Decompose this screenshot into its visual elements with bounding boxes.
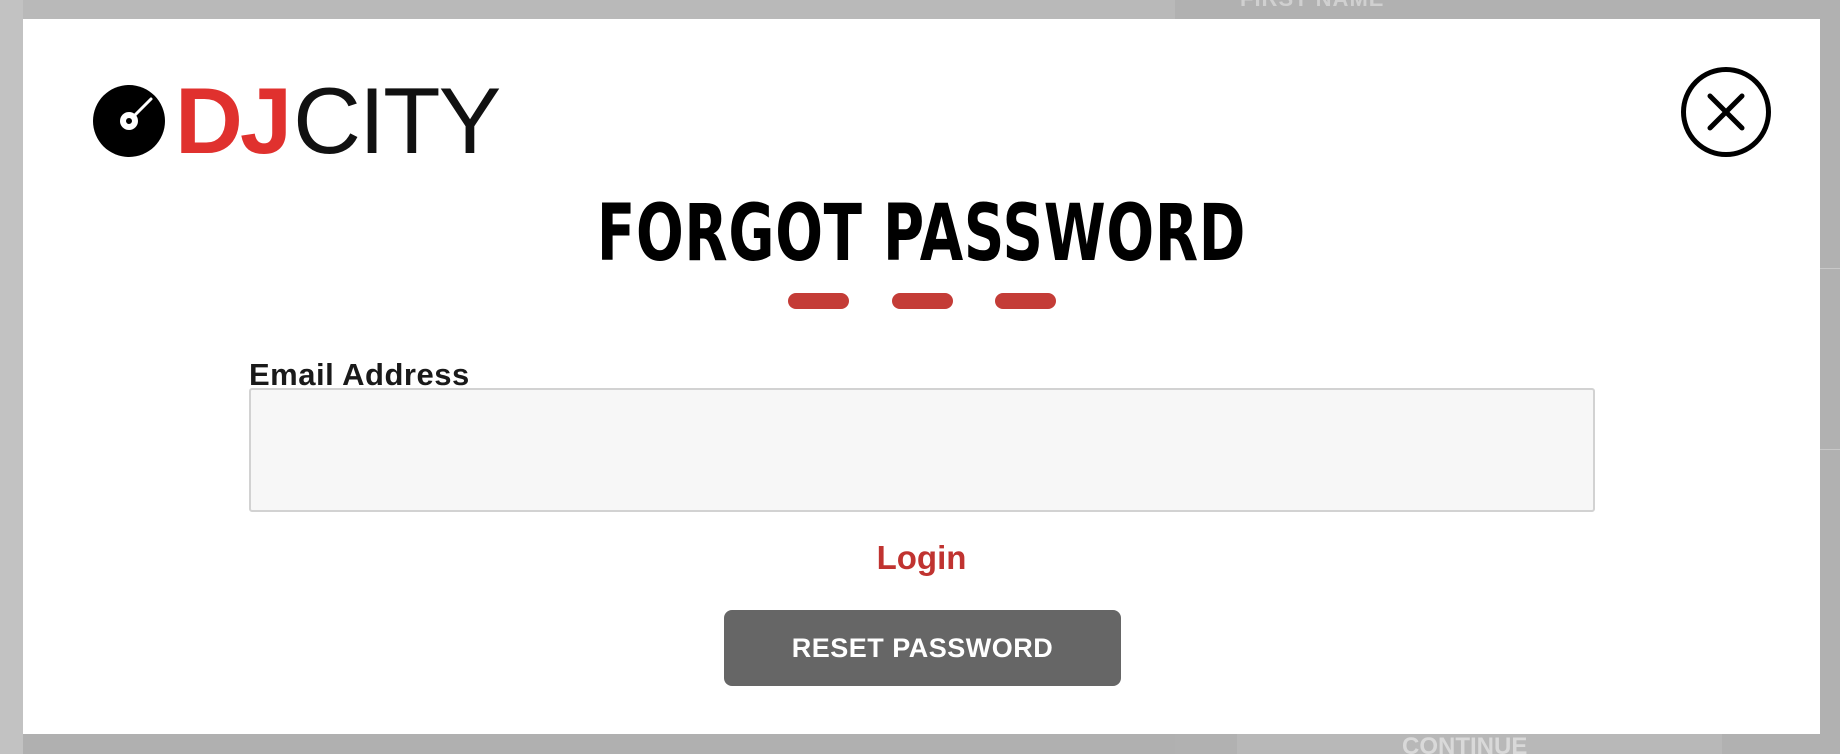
- login-link[interactable]: Login: [23, 539, 1820, 577]
- title-divider: [788, 293, 1056, 309]
- close-icon: [1707, 93, 1745, 131]
- background-divider: [1820, 449, 1840, 450]
- logo-text-dj: DJ: [175, 68, 292, 173]
- divider-dash: [995, 293, 1056, 309]
- background-continue-label: CONTINUE: [1402, 733, 1528, 754]
- divider-dash: [788, 293, 849, 309]
- close-button[interactable]: [1681, 67, 1771, 157]
- email-input[interactable]: [249, 388, 1595, 512]
- logo-text-city: CITY: [293, 68, 501, 173]
- background-divider: [1820, 268, 1840, 269]
- modal-title: FORGOT PASSWORD: [596, 189, 1247, 279]
- djcity-logo[interactable]: DJ CITY: [93, 68, 501, 173]
- vinyl-disc-icon: [93, 85, 165, 157]
- background-left-edge: [0, 0, 23, 754]
- forgot-password-modal: DJ CITY FORGOT PASSWORD Email Address Lo…: [23, 19, 1820, 734]
- divider-dash: [891, 293, 953, 309]
- reset-password-button[interactable]: RESET PASSWORD: [724, 610, 1121, 686]
- background-field-label: FIRST NAME: [1240, 0, 1384, 12]
